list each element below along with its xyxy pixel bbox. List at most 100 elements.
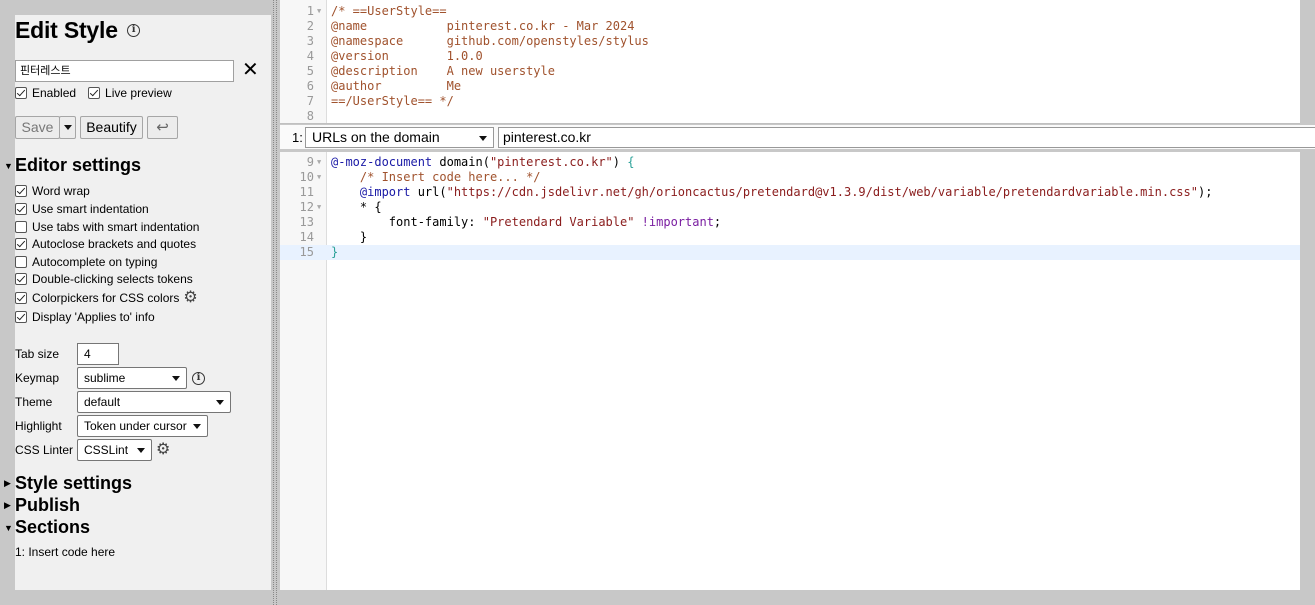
keymap-select[interactable]: sublime	[77, 367, 187, 389]
checkbox[interactable]	[15, 311, 27, 323]
chevron-down-icon	[172, 376, 180, 381]
applies-to-type-value: URLs on the domain	[312, 129, 440, 145]
option-autoclose-brackets[interactable]: Autoclose brackets and quotes	[15, 236, 196, 252]
live-preview-toggle[interactable]: Live preview	[88, 86, 172, 100]
enabled-toggle[interactable]: Enabled	[15, 86, 76, 100]
applies-to-value-input[interactable]: pinterest.co.kr	[498, 127, 1315, 148]
fold-icon[interactable]: ▼	[317, 155, 321, 170]
option-label: Autocomplete on typing	[32, 255, 158, 269]
info-icon[interactable]: i	[127, 24, 141, 38]
collapse-triangle-icon: ▼	[4, 160, 13, 171]
editor-sidebar: Edit Style i 핀터레스트 ✕ Enabled Live previe…	[4, 15, 271, 590]
checkbox[interactable]	[15, 238, 27, 250]
keymap-label: Keymap	[15, 371, 60, 385]
applies-to-type-select[interactable]: URLs on the domain	[305, 127, 494, 148]
option-smart-indentation[interactable]: Use smart indentation	[15, 201, 149, 217]
option-autocomplete[interactable]: Autocomplete on typing	[15, 254, 157, 270]
style-name-input[interactable]: 핀터레스트	[15, 60, 234, 82]
checkbox[interactable]	[15, 221, 27, 233]
highlight-select[interactable]: Token under cursor	[77, 415, 208, 437]
style-settings-heading[interactable]: ▶ Style settings	[4, 473, 132, 494]
live-preview-checkbox[interactable]	[88, 87, 101, 99]
option-label: Autoclose brackets and quotes	[32, 237, 197, 251]
tab-size-input[interactable]: 4	[77, 343, 119, 365]
section-list-item[interactable]: 1: Insert code here	[15, 545, 115, 559]
section-code-editor[interactable]: 9 ▼ @-moz-document domain("pinterest.co.kr…	[280, 152, 1300, 590]
expand-triangle-icon: ▶	[4, 500, 11, 510]
close-icon[interactable]: ✕	[242, 58, 259, 82]
checkbox[interactable]	[15, 185, 27, 197]
code-text: /* ==UserStyle==	[331, 4, 447, 18]
option-label: Use smart indentation	[32, 202, 149, 216]
code-text: @import url("https://cdn.jsdelivr.net/gh…	[359, 185, 1213, 199]
line-number: 9	[306, 155, 314, 169]
option-colorpickers[interactable]: Colorpickers for CSS colors ⚙	[15, 290, 198, 306]
option-applies-to-info[interactable]: Display 'Applies to' info	[15, 309, 155, 325]
chevron-down-icon	[193, 424, 201, 429]
css-linter-label: CSS Linter	[15, 443, 74, 457]
option-double-click-tokens[interactable]: Double-clicking selects tokens	[15, 271, 193, 287]
line-number: 6	[306, 79, 314, 93]
theme-value: default	[84, 395, 121, 409]
checkbox[interactable]	[15, 256, 27, 268]
option-word-wrap[interactable]: Word wrap	[15, 183, 90, 199]
checkbox[interactable]	[15, 273, 27, 285]
option-tabs-smart-indentation[interactable]: Use tabs with smart indentation	[15, 219, 199, 235]
publish-heading[interactable]: ▶ Publish	[4, 495, 80, 516]
linter-gear-icon[interactable]: ⚙	[156, 442, 170, 458]
code-line: 13 font-family: "Pretendard Variable" !i…	[280, 215, 1300, 230]
sections-heading-text: Sections	[15, 517, 91, 537]
panel-resize-handle-2[interactable]	[276, 0, 277, 605]
keymap-value: sublime	[84, 371, 126, 385]
css-linter-select[interactable]: CSSLint	[77, 439, 152, 461]
fold-icon[interactable]: ▼	[317, 4, 321, 19]
fold-icon[interactable]: ▼	[317, 170, 321, 185]
chevron-down-icon	[63, 125, 72, 130]
fold-icon[interactable]: ▼	[317, 200, 321, 215]
code-text: @-moz-document domain("pinterest.co.kr")…	[331, 155, 635, 169]
theme-label: Theme	[15, 395, 53, 409]
line-number: 2	[306, 19, 314, 33]
theme-select[interactable]: default	[77, 391, 231, 413]
option-label: Display 'Applies to' info	[32, 310, 155, 324]
style-settings-heading-text: Style settings	[15, 473, 133, 493]
line-number: 3	[306, 34, 314, 48]
chevron-down-icon	[137, 448, 145, 453]
checkbox[interactable]	[15, 292, 27, 304]
line-number: 4	[306, 49, 314, 63]
code-line-active: 15}	[280, 245, 1300, 260]
code-text: @name pinterest.co.kr - Mar 2024	[331, 19, 635, 33]
checkbox[interactable]	[15, 203, 27, 215]
code-text: /* Insert code here... */	[331, 170, 541, 184]
applies-to-index: 1:	[292, 130, 303, 145]
save-button[interactable]: Save	[15, 116, 60, 139]
code-text: @version 1.0.0	[331, 49, 483, 63]
collapse-triangle-icon: ▼	[4, 522, 13, 533]
code-text: @author Me	[331, 79, 462, 93]
undo-icon: ↩	[156, 119, 169, 136]
sections-heading[interactable]: ▼ Sections	[4, 517, 90, 538]
line-number: 13	[299, 215, 314, 229]
undo-button[interactable]: ↩	[147, 116, 178, 139]
highlight-label: Highlight	[15, 419, 62, 433]
chevron-down-icon	[479, 136, 487, 141]
live-preview-label: Live preview	[105, 86, 172, 100]
code-text: font-family: "Pretendard Variable" !impo…	[331, 215, 722, 229]
gear-icon[interactable]: ⚙	[183, 290, 197, 306]
line-number: 7	[306, 94, 314, 108]
option-label: Word wrap	[32, 184, 90, 198]
metadata-code-editor[interactable]: 1 ▼ /* ==UserStyle== 2 @name pinterest.co.k…	[280, 0, 1300, 124]
enabled-checkbox[interactable]	[15, 87, 27, 99]
chevron-down-icon	[216, 400, 224, 405]
code-line: 11 @import url("https://cdn.jsdelivr.net…	[280, 185, 1300, 200]
beautify-button[interactable]: Beautify	[80, 116, 143, 139]
line-number: 8	[306, 109, 314, 123]
panel-resize-handle[interactable]	[273, 0, 274, 605]
expand-triangle-icon: ▶	[4, 478, 11, 488]
editor-settings-heading[interactable]: ▼ Editor settings	[4, 155, 141, 176]
save-dropdown-button[interactable]	[59, 116, 76, 139]
enabled-label: Enabled	[32, 86, 77, 100]
line-number: 10	[299, 170, 314, 184]
keymap-info-icon[interactable]: i	[192, 372, 205, 385]
code-text: ==/UserStyle== */	[331, 94, 454, 108]
